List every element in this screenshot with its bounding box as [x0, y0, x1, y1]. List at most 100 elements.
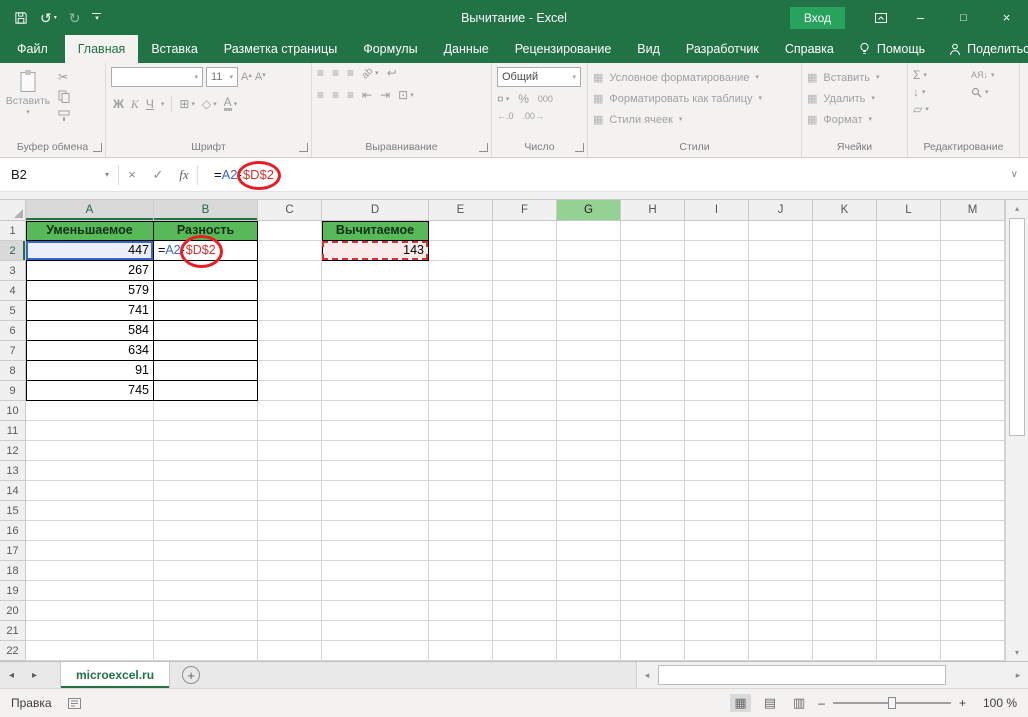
cell-E2[interactable] — [429, 241, 493, 261]
cell-E16[interactable] — [429, 521, 493, 541]
cell-J17[interactable] — [749, 541, 813, 561]
cell-E18[interactable] — [429, 561, 493, 581]
cell-I19[interactable] — [685, 581, 749, 601]
cell-E12[interactable] — [429, 441, 493, 461]
row-header-17[interactable]: 17 — [0, 541, 26, 561]
cell-G14[interactable] — [557, 481, 621, 501]
help-tab[interactable]: Помощь — [847, 35, 936, 63]
cell-J12[interactable] — [749, 441, 813, 461]
view-page-layout-button[interactable]: ▤ — [760, 694, 780, 712]
cell-B8[interactable] — [154, 361, 258, 381]
decrease-indent-icon[interactable]: ⇤ — [362, 89, 372, 101]
view-page-break-button[interactable]: ▥ — [789, 694, 809, 712]
cell-D17[interactable] — [322, 541, 429, 561]
row-header-2[interactable]: 2 — [0, 241, 26, 261]
cell-H2[interactable] — [621, 241, 685, 261]
cell-E4[interactable] — [429, 281, 493, 301]
cell-M16[interactable] — [941, 521, 1005, 541]
cell-K6[interactable] — [813, 321, 877, 341]
cell-L9[interactable] — [877, 381, 941, 401]
cell-D2[interactable]: 143 — [322, 241, 429, 261]
format-cells-button[interactable]: ▦ Формат ▾ — [807, 109, 902, 130]
cell-H9[interactable] — [621, 381, 685, 401]
comma-style-button[interactable]: 000 — [538, 94, 553, 104]
cell-F5[interactable] — [493, 301, 557, 321]
borders-button[interactable]: ⊞▾ — [179, 98, 195, 110]
cell-D5[interactable] — [322, 301, 429, 321]
cell-I18[interactable] — [685, 561, 749, 581]
cell-M19[interactable] — [941, 581, 1005, 601]
cell-L2[interactable] — [877, 241, 941, 261]
cell-D7[interactable] — [322, 341, 429, 361]
row-header-15[interactable]: 15 — [0, 501, 26, 521]
zoom-level[interactable]: 100 % — [975, 696, 1017, 710]
cell-B11[interactable] — [154, 421, 258, 441]
cell-B2[interactable]: =A2-$D$2 — [154, 241, 258, 261]
cell-F11[interactable] — [493, 421, 557, 441]
cell-H19[interactable] — [621, 581, 685, 601]
cell-I14[interactable] — [685, 481, 749, 501]
cell-I7[interactable] — [685, 341, 749, 361]
row-header-22[interactable]: 22 — [0, 641, 26, 661]
cell-H7[interactable] — [621, 341, 685, 361]
cell-A4[interactable]: 579 — [26, 281, 154, 301]
cell-D12[interactable] — [322, 441, 429, 461]
cell-B1[interactable]: Разность — [154, 221, 258, 241]
cell-K5[interactable] — [813, 301, 877, 321]
cell-J4[interactable] — [749, 281, 813, 301]
cell-L18[interactable] — [877, 561, 941, 581]
cell-A6[interactable]: 584 — [26, 321, 154, 341]
align-right-icon[interactable]: ≡ — [347, 89, 354, 101]
column-header-F[interactable]: F — [493, 200, 557, 221]
cell-A16[interactable] — [26, 521, 154, 541]
cell-K18[interactable] — [813, 561, 877, 581]
cell-G10[interactable] — [557, 401, 621, 421]
row-header-14[interactable]: 14 — [0, 481, 26, 501]
minimize-button[interactable]: – — [899, 0, 942, 35]
cell-styles-button[interactable]: ▦ Стили ячеек ▾ — [593, 109, 796, 130]
align-top-icon[interactable]: ≡ — [317, 67, 324, 79]
cell-I21[interactable] — [685, 621, 749, 641]
sheet-nav-right-icon[interactable]: ▸ — [23, 662, 46, 688]
zoom-out-button[interactable]: – — [818, 696, 825, 710]
cell-A17[interactable] — [26, 541, 154, 561]
cell-J6[interactable] — [749, 321, 813, 341]
cell-M4[interactable] — [941, 281, 1005, 301]
cell-M7[interactable] — [941, 341, 1005, 361]
cell-E19[interactable] — [429, 581, 493, 601]
tab-вставка[interactable]: Вставка — [138, 35, 210, 63]
column-header-B[interactable]: B — [154, 200, 258, 221]
vertical-scrollbar-thumb[interactable] — [1009, 218, 1025, 436]
cell-J2[interactable] — [749, 241, 813, 261]
cell-H5[interactable] — [621, 301, 685, 321]
cell-F7[interactable] — [493, 341, 557, 361]
cell-I8[interactable] — [685, 361, 749, 381]
scroll-left-icon[interactable]: ◂ — [637, 670, 657, 681]
cell-J11[interactable] — [749, 421, 813, 441]
tab-рецензирование[interactable]: Рецензирование — [502, 35, 625, 63]
vertical-scrollbar-track[interactable] — [1006, 437, 1028, 644]
column-header-I[interactable]: I — [685, 200, 749, 221]
cell-C17[interactable] — [258, 541, 322, 561]
increase-indent-icon[interactable]: ⇥ — [380, 89, 390, 101]
cell-H18[interactable] — [621, 561, 685, 581]
cell-J19[interactable] — [749, 581, 813, 601]
maximize-button[interactable]: □ — [942, 0, 985, 35]
cell-K20[interactable] — [813, 601, 877, 621]
cell-G9[interactable] — [557, 381, 621, 401]
row-header-8[interactable]: 8 — [0, 361, 26, 381]
cell-G15[interactable] — [557, 501, 621, 521]
cell-E5[interactable] — [429, 301, 493, 321]
cell-I2[interactable] — [685, 241, 749, 261]
cell-C15[interactable] — [258, 501, 322, 521]
cell-G20[interactable] — [557, 601, 621, 621]
cell-H3[interactable] — [621, 261, 685, 281]
tab-разработчик[interactable]: Разработчик — [673, 35, 772, 63]
dialog-launcher-icon[interactable] — [93, 143, 102, 152]
column-header-G[interactable]: G — [557, 200, 621, 221]
cell-A14[interactable] — [26, 481, 154, 501]
cell-D19[interactable] — [322, 581, 429, 601]
close-button[interactable]: × — [985, 0, 1028, 35]
cell-J3[interactable] — [749, 261, 813, 281]
cell-J9[interactable] — [749, 381, 813, 401]
